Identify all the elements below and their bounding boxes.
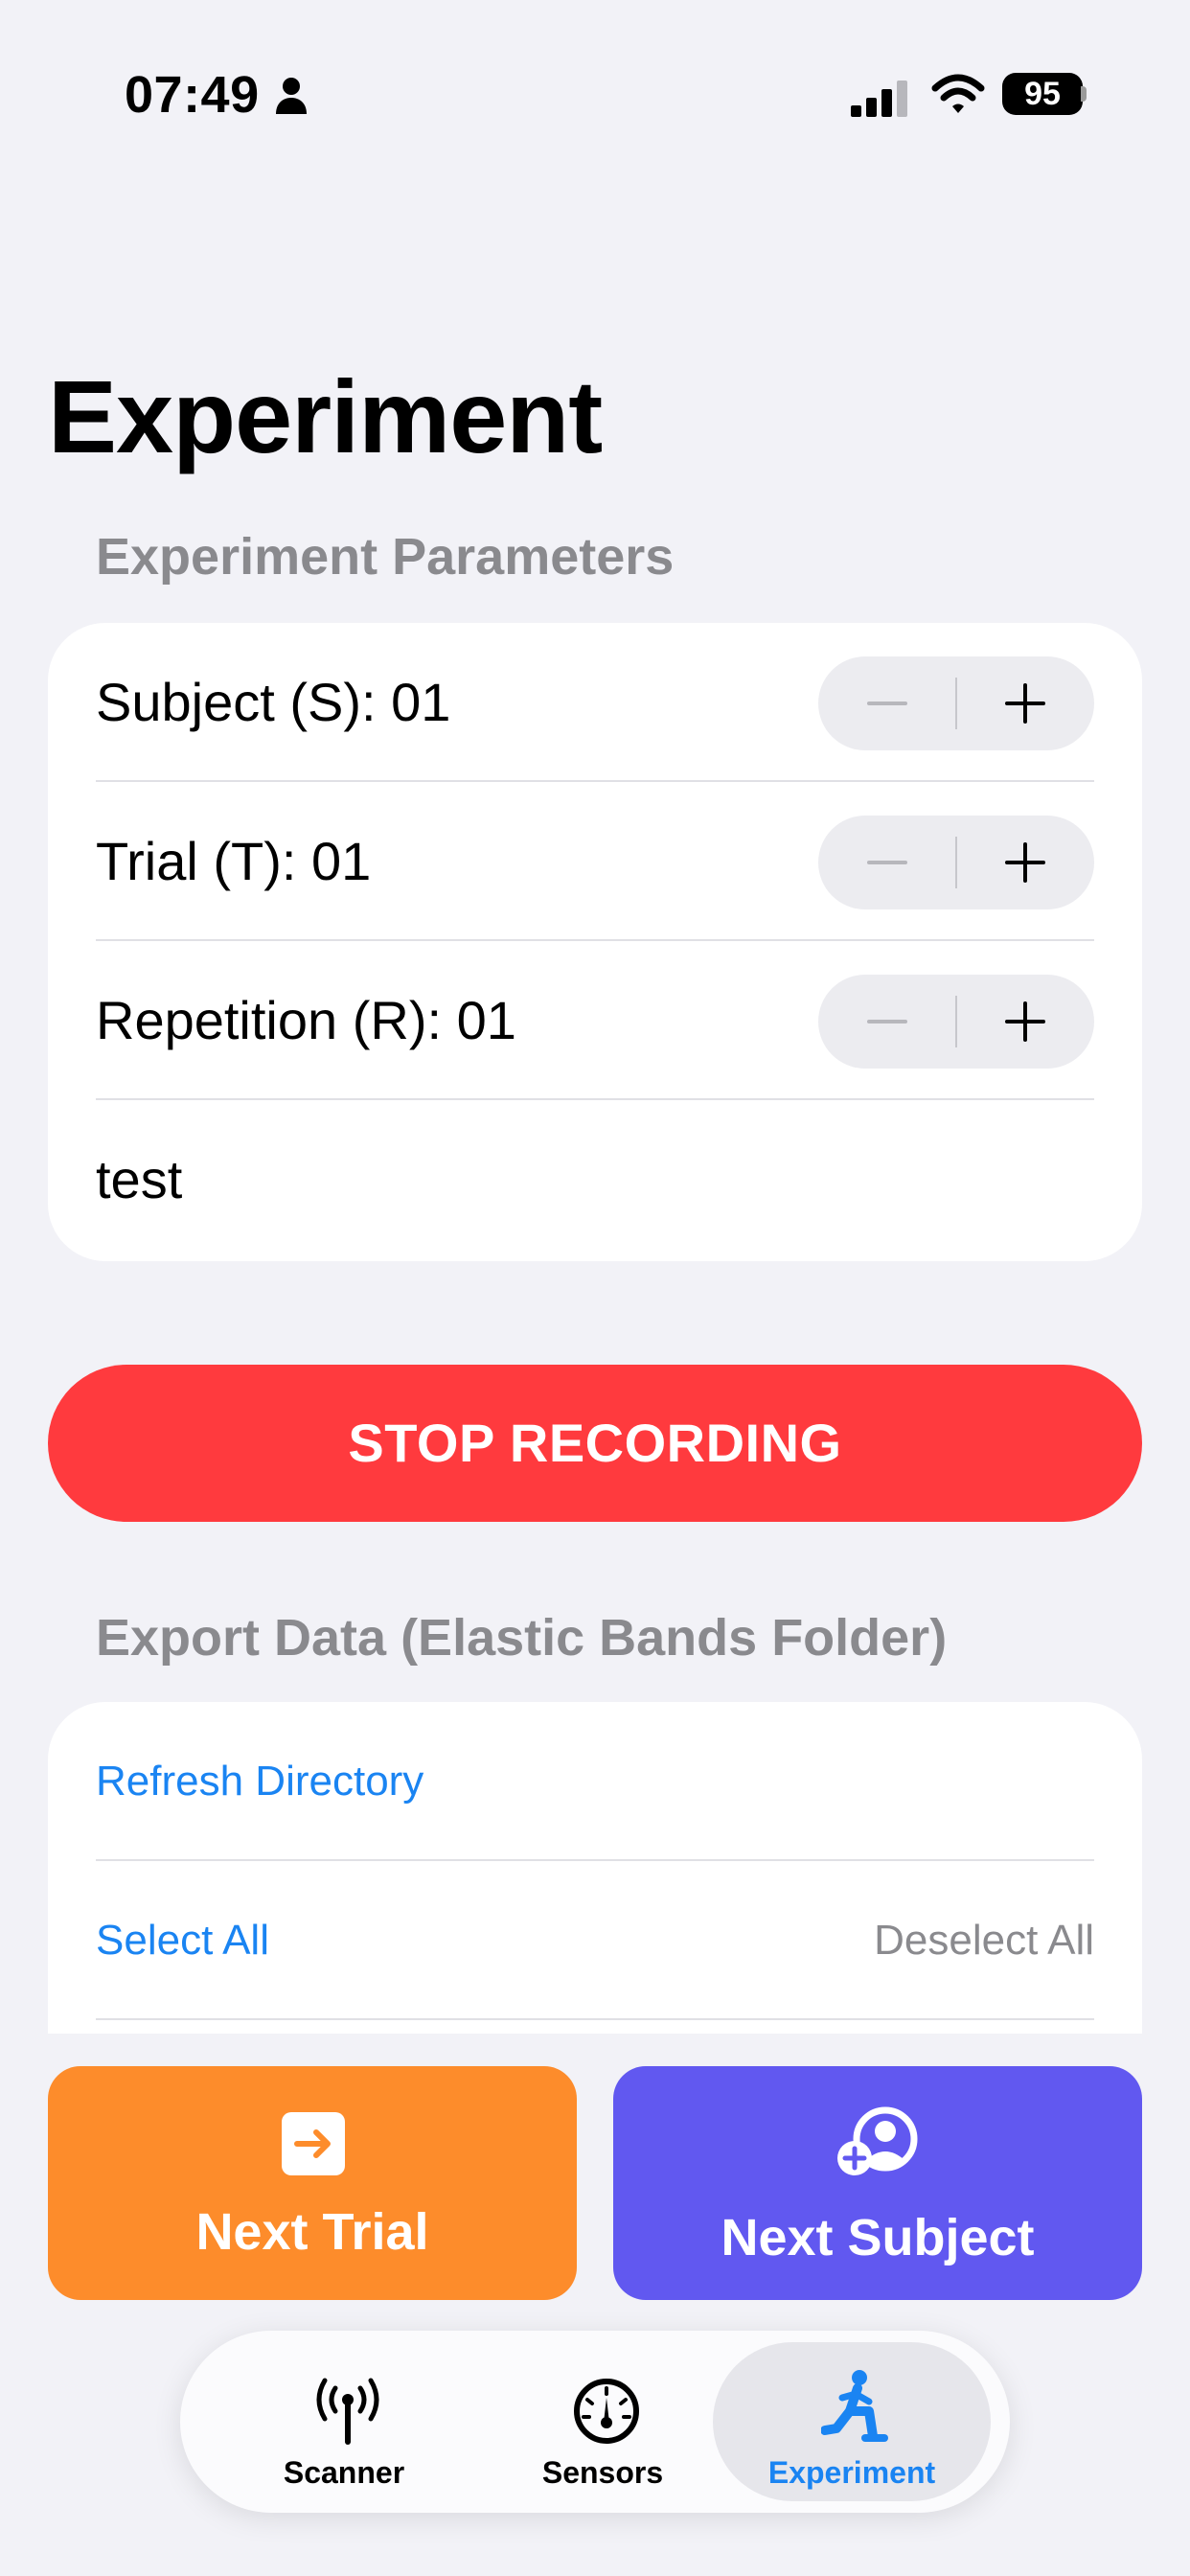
parameters-card: Subject (S): 01 Trial (T): 01 Repetition… <box>48 623 1142 1261</box>
repetition-stepper[interactable] <box>818 975 1094 1069</box>
minus-icon <box>867 702 907 705</box>
battery-nub <box>1081 86 1087 102</box>
divider <box>96 2018 1094 2020</box>
tab-experiment[interactable]: Experiment <box>713 2342 991 2501</box>
trial-stepper[interactable] <box>818 816 1094 909</box>
tab-bar: Scanner Sensors Experiment <box>180 2331 1010 2513</box>
next-subject-label: Next Subject <box>721 2209 1035 2266</box>
repetition-decrement-button[interactable] <box>818 975 956 1069</box>
person-icon <box>276 78 307 114</box>
export-card: Refresh Directory Select All Deselect Al… <box>48 1702 1142 2034</box>
cellular-signal-icon <box>851 80 907 117</box>
refresh-directory-button[interactable]: Refresh Directory <box>96 1702 423 1861</box>
page-title: Experiment <box>48 358 603 474</box>
selection-row: Select All Deselect All <box>96 1861 1094 2020</box>
arrow-right-square-icon <box>282 2112 345 2175</box>
minus-icon <box>867 1020 907 1024</box>
subject-decrement-button[interactable] <box>818 656 956 750</box>
tab-scanner[interactable]: Scanner <box>205 2342 483 2501</box>
stop-recording-button[interactable]: STOP RECORDING <box>48 1365 1142 1522</box>
select-all-button[interactable]: Select All <box>96 1861 269 2020</box>
next-trial-button[interactable]: Next Trial <box>48 2066 577 2300</box>
subject-label: Subject (S): 01 <box>96 672 451 732</box>
subject-stepper[interactable] <box>818 656 1094 750</box>
wifi-icon <box>931 74 985 113</box>
deselect-all-button[interactable]: Deselect All <box>874 1861 1094 2020</box>
trial-decrement-button[interactable] <box>818 816 956 909</box>
trial-label: Trial (T): 01 <box>96 831 372 891</box>
note-row[interactable]: test <box>96 1100 1094 1259</box>
note-field[interactable]: test <box>96 1100 182 1259</box>
minus-icon <box>867 861 907 864</box>
tab-scanner-label: Scanner <box>283 2455 405 2490</box>
tab-sensors[interactable]: Sensors <box>464 2342 742 2501</box>
next-trial-label: Next Trial <box>195 2203 429 2261</box>
repetition-increment-button[interactable] <box>956 975 1094 1069</box>
person-add-icon <box>837 2106 918 2175</box>
antenna-icon <box>316 2378 379 2445</box>
subject-increment-button[interactable] <box>956 656 1094 750</box>
gauge-icon <box>574 2379 639 2444</box>
subject-row: Subject (S): 01 <box>96 623 1094 782</box>
battery-indicator: 95 <box>1002 73 1083 115</box>
refresh-row: Refresh Directory <box>96 1702 1094 1861</box>
repetition-row: Repetition (R): 01 <box>96 941 1094 1100</box>
status-time: 07:49 <box>125 66 260 124</box>
trial-row: Trial (T): 01 <box>96 782 1094 941</box>
next-subject-button[interactable]: Next Subject <box>613 2066 1142 2300</box>
trial-increment-button[interactable] <box>956 816 1094 909</box>
tab-experiment-label: Experiment <box>767 2455 936 2490</box>
tab-sensors-label: Sensors <box>541 2455 664 2490</box>
parameters-section-header: Experiment Parameters <box>96 528 675 586</box>
export-section-header: Export Data (Elastic Bands Folder) <box>96 1609 948 1667</box>
figure-lunge-icon <box>821 2370 888 2442</box>
repetition-label: Repetition (R): 01 <box>96 990 516 1050</box>
